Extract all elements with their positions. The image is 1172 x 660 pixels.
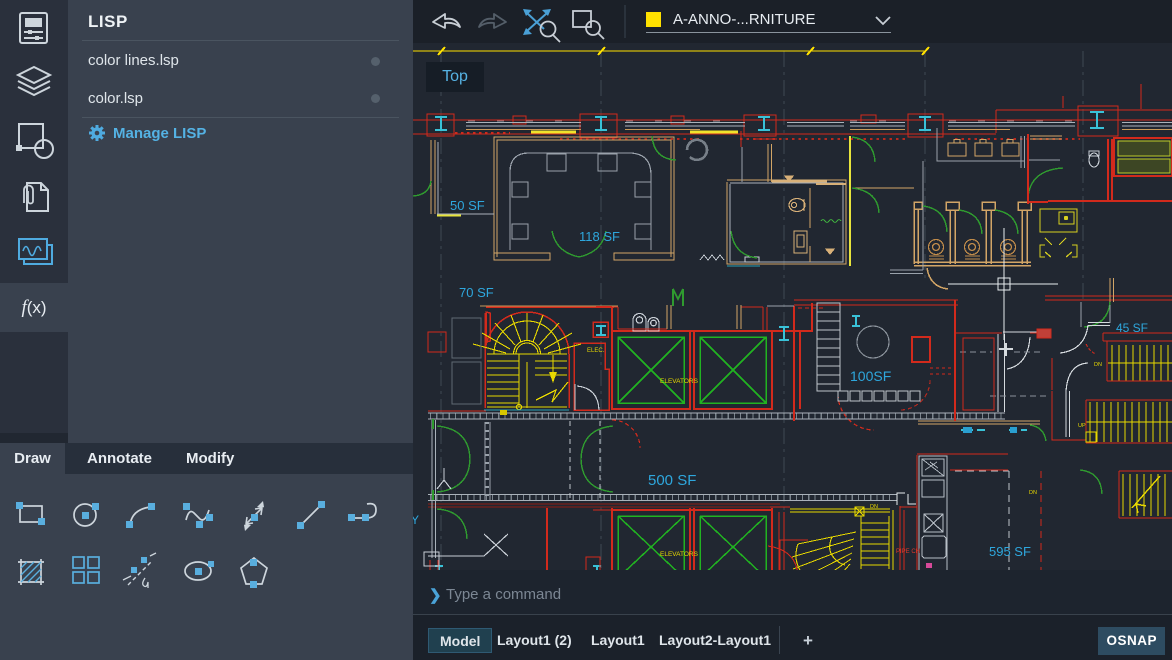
svg-text:DN: DN (1029, 490, 1037, 496)
svg-text:100SF: 100SF (850, 368, 891, 384)
svg-text:70 SF: 70 SF (459, 285, 494, 300)
svg-text:Y: Y (413, 513, 419, 527)
svg-text:ELEVATORS: ELEVATORS (660, 378, 699, 385)
svg-text:ELEVATORS: ELEVATORS (660, 551, 699, 558)
svg-text:45 SF: 45 SF (1116, 321, 1148, 335)
svg-text:500 SF: 500 SF (648, 472, 696, 489)
svg-text:DN: DN (870, 504, 878, 510)
svg-text:UP: UP (1078, 423, 1086, 429)
svg-text:ELEC.: ELEC. (587, 348, 605, 354)
svg-text:118 SF: 118 SF (579, 229, 620, 244)
svg-text:DN: DN (1094, 362, 1102, 368)
svg-text:50 SF: 50 SF (450, 198, 485, 213)
svg-text:595 SF: 595 SF (989, 544, 1031, 559)
